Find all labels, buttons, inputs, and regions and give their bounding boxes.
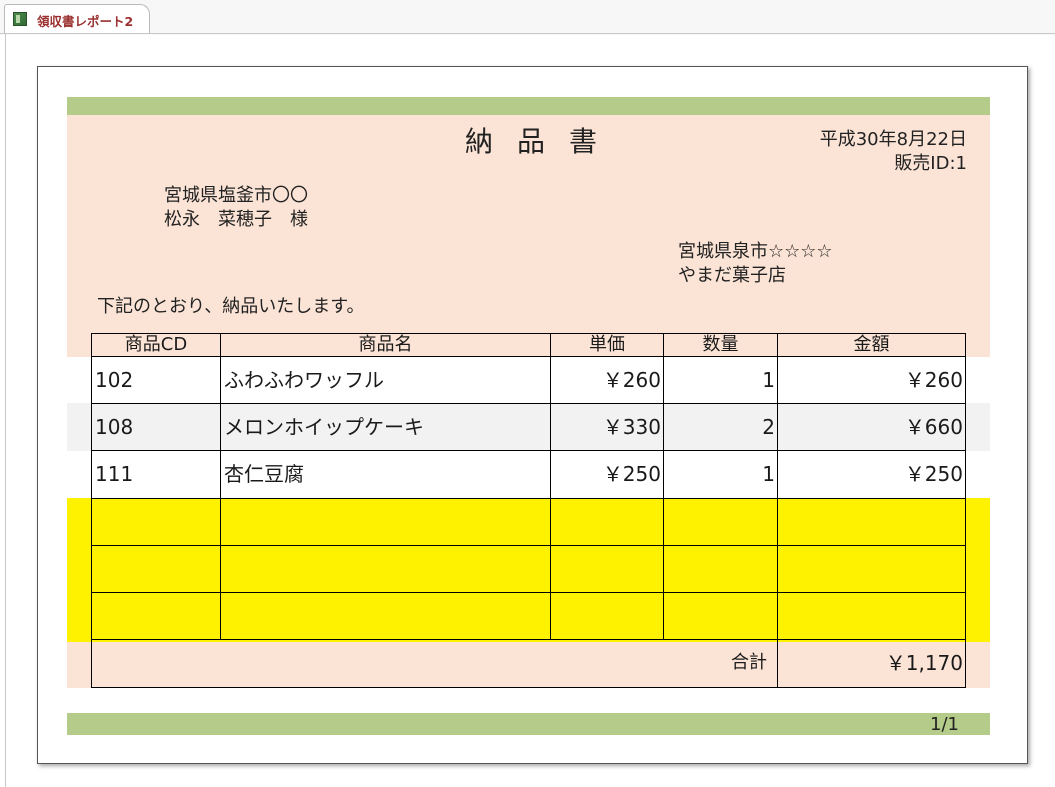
empty-table-cell: [91, 545, 221, 593]
empty-table-cell: [777, 592, 966, 640]
column-header-amount: 金額: [777, 333, 966, 357]
empty-table-cell: [220, 498, 551, 546]
table-cell-qty: 1: [663, 450, 778, 499]
report-date: 平成30年8月22日: [819, 129, 967, 150]
footer-band: [67, 713, 990, 735]
customer-name: 松永 菜穂子 様: [164, 209, 308, 230]
empty-table-cell: [220, 545, 551, 593]
empty-table-cell: [777, 498, 966, 546]
empty-table-cell: [91, 592, 221, 640]
header-band: [67, 97, 990, 115]
column-header-cd: 商品CD: [91, 333, 221, 357]
page-number: 1/1: [930, 714, 959, 735]
tab-divider: [0, 33, 1055, 34]
report-icon: [13, 12, 27, 26]
total-label: 合計: [91, 639, 778, 688]
store-name: やまだ菓子店: [678, 265, 786, 286]
report-tab[interactable]: 領収書レポート2: [4, 4, 150, 34]
column-header-qty: 数量: [663, 333, 778, 357]
table-cell-price: ￥330: [550, 403, 664, 451]
empty-table-cell: [663, 545, 778, 593]
document-tab-bar: 領収書レポート2: [0, 0, 1055, 35]
table-cell-name: ふわふわワッフル: [220, 356, 551, 404]
table-cell-cd: 102: [91, 356, 221, 404]
empty-table-cell: [220, 592, 551, 640]
column-header-name: 商品名: [220, 333, 551, 357]
table-cell-qty: 1: [663, 356, 778, 404]
table-cell-name: 杏仁豆腐: [220, 450, 551, 499]
delivery-message: 下記のとおり、納品いたします。: [97, 296, 365, 317]
store-address: 宮城県泉市☆☆☆☆: [678, 241, 833, 262]
table-cell-price: ￥260: [550, 356, 664, 404]
customer-address: 宮城県塩釜市〇〇: [164, 185, 308, 206]
report-tab-label: 領収書レポート2: [37, 14, 134, 29]
table-cell-price: ￥250: [550, 450, 664, 499]
empty-table-cell: [550, 592, 664, 640]
table-cell-name: メロンホイップケーキ: [220, 403, 551, 451]
table-cell-amount: ￥660: [777, 403, 966, 451]
empty-table-cell: [550, 545, 664, 593]
empty-table-cell: [663, 592, 778, 640]
report-title: 納品書: [465, 125, 622, 158]
column-header-price: 単価: [550, 333, 664, 357]
navigation-pane-border: [5, 34, 6, 787]
total-value: ￥1,170: [777, 639, 966, 688]
table-cell-qty: 2: [663, 403, 778, 451]
empty-table-cell: [663, 498, 778, 546]
table-cell-amount: ￥250: [777, 450, 966, 499]
empty-table-cell: [91, 498, 221, 546]
table-cell-cd: 108: [91, 403, 221, 451]
empty-table-cell: [777, 545, 966, 593]
table-cell-amount: ￥260: [777, 356, 966, 404]
table-cell-cd: 111: [91, 450, 221, 499]
sales-id: 販売ID:1: [894, 153, 967, 174]
report-page: 納品書 平成30年8月22日 販売ID:1 宮城県塩釜市〇〇 松永 菜穂子 様 …: [37, 66, 1028, 764]
empty-table-cell: [550, 498, 664, 546]
